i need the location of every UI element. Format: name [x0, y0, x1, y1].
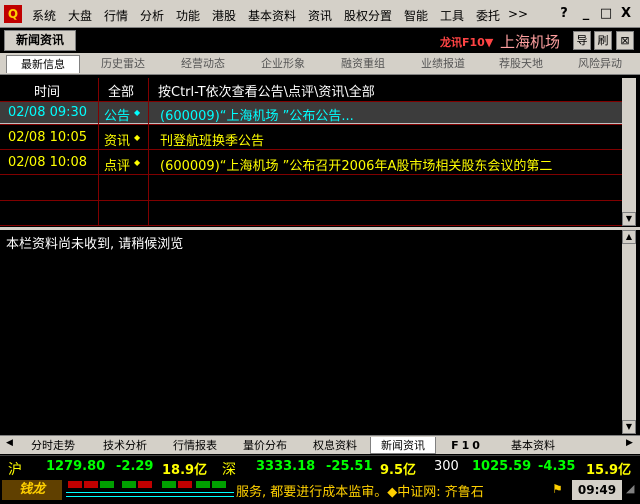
subtab-corporate-image[interactable]: 企业形象	[244, 55, 322, 73]
tab-news-info[interactable]: 新闻资讯	[4, 30, 76, 51]
grid-line	[0, 200, 622, 201]
help-icon[interactable]: ?	[556, 6, 572, 22]
index-change-sh: -2.29	[116, 459, 154, 474]
index-amount-sh: 18.9亿	[162, 463, 208, 478]
menu-fundamentals[interactable]: 基本资料	[248, 7, 296, 24]
grid-line	[0, 149, 622, 150]
index-value-sh: 1279.80	[46, 459, 106, 474]
close-icon[interactable]: X	[618, 6, 634, 22]
tab-fundamentals[interactable]: 基本资料	[498, 437, 568, 454]
tab-technical[interactable]: 技术分析	[90, 437, 160, 454]
scroll-up-icon[interactable]: ▲	[622, 230, 636, 244]
subtab-recommendations[interactable]: 荐股天地	[482, 55, 560, 73]
news-row-title[interactable]: 刊登航班换季公告	[160, 130, 264, 149]
empty-content-message: 本栏资料尚未收到, 请稍候浏览	[6, 237, 184, 252]
menu-functions[interactable]: 功能	[176, 7, 200, 24]
scroll-down-icon[interactable]: ▼	[622, 420, 636, 434]
menu-market[interactable]: 大盘	[68, 7, 92, 24]
index-amount-sz: 9.5亿	[380, 463, 417, 478]
subtab-financing[interactable]: 融资重组	[324, 55, 402, 73]
export-button[interactable]: 导	[573, 31, 591, 50]
menu-share-reform[interactable]: 股权分置	[344, 7, 392, 24]
index-change-300: -4.35	[538, 459, 576, 474]
tab-volume-price[interactable]: 量价分布	[230, 437, 300, 454]
menu-news[interactable]: 资讯	[308, 7, 332, 24]
maximize-icon[interactable]: □	[598, 6, 614, 22]
tab-news[interactable]: 新闻资讯	[370, 437, 436, 454]
index-value-sz: 3333.18	[256, 459, 316, 474]
market-breadth-icon	[66, 480, 234, 500]
grid-line	[0, 174, 622, 175]
grid-line	[0, 101, 622, 102]
grid-line	[148, 78, 149, 226]
tab-f10[interactable]: F10	[436, 437, 498, 454]
news-row-time[interactable]: 02/08 10:08	[8, 155, 87, 170]
minimize-icon[interactable]: _	[578, 6, 594, 22]
column-header-title: 按Ctrl-T依次查看公告\点评\资讯\全部	[158, 85, 375, 100]
title-bar: 新闻资讯 龙讯F10▼ 上海机场 导 刷 ⊠	[0, 28, 640, 53]
tab-scroll-left-icon[interactable]: ◀	[6, 438, 13, 448]
stock-name: 上海机场	[500, 33, 561, 51]
subtab-risk-alerts[interactable]: 风险异动	[562, 55, 638, 73]
index-label-sz[interactable]: 深	[222, 459, 236, 479]
menu-trade[interactable]: 委托	[476, 7, 500, 24]
subtab-history-radar[interactable]: 历史雷达	[84, 55, 162, 73]
tab-scroll-right-icon[interactable]: ▶	[626, 438, 633, 448]
menu-bar: Q 系统 大盘 行情 分析 功能 港股 基本资料 资讯 股权分置 智能 工具 委…	[0, 0, 640, 28]
table-scrollbar[interactable]: ▼	[622, 78, 636, 226]
menu-more[interactable]: >>	[508, 7, 528, 21]
brand-logo: 钱龙	[2, 480, 62, 500]
column-header-type[interactable]: 全部	[108, 81, 134, 100]
content-scrollbar[interactable]: ▲ ▼	[622, 230, 636, 434]
diamond-icon: ◆	[134, 108, 141, 117]
bottom-tab-bar: ◀ 分时走势 技术分析 行情报表 量价分布 权息资料 新闻资讯 F10 基本资料…	[0, 435, 640, 454]
subtab-operations[interactable]: 经营动态	[164, 55, 242, 73]
news-ticker[interactable]: 服务, 都要进行成本监审。◆中证网: 齐鲁石	[236, 481, 548, 500]
status-bar: 钱龙 服务, 都要进行成本监审。◆中证网: 齐鲁石 ⚑ 09:49 ◢	[0, 478, 640, 502]
news-row-title[interactable]: (600009)“上海机场 ”公布召开2006年A股市场相关股东会议的第二	[160, 155, 622, 174]
news-row-title[interactable]: (600009)“上海机场 ”公布公告...	[160, 105, 354, 124]
menu-system[interactable]: 系统	[32, 7, 56, 24]
index-label-300[interactable]: 300	[434, 459, 459, 474]
tab-intraday[interactable]: 分时走势	[18, 437, 88, 454]
index-label-sh[interactable]: 沪	[8, 459, 22, 479]
menu-tools[interactable]: 工具	[440, 7, 464, 24]
news-row-type[interactable]: 资讯	[104, 130, 130, 149]
subtab-earnings[interactable]: 业绩报道	[404, 55, 482, 73]
column-header-time[interactable]: 时间	[34, 81, 60, 100]
clock: 09:49	[572, 480, 622, 500]
news-row-type[interactable]: 点评	[104, 155, 130, 174]
alarm-icon[interactable]: ⚑	[552, 482, 563, 496]
article-content: 本栏资料尚未收到, 请稍候浏览	[0, 230, 622, 434]
news-row-time[interactable]: 02/08 09:30	[8, 105, 87, 120]
close-panel-button[interactable]: ⊠	[616, 31, 634, 50]
index-amount-300: 15.9亿	[586, 463, 632, 478]
menu-analysis[interactable]: 分析	[140, 7, 164, 24]
grid-line	[0, 124, 622, 125]
diamond-icon: ◆	[134, 158, 141, 167]
sub-tab-bar: 最新信息 历史雷达 经营动态 企业形象 融资重组 业绩报道 荐股天地 风险异动	[0, 53, 640, 75]
tab-quote-report[interactable]: 行情报表	[160, 437, 230, 454]
grid-line	[0, 225, 622, 226]
refresh-button[interactable]: 刷	[594, 31, 612, 50]
index-bar: 沪 1279.80 -2.29 18.9亿 深 3333.18 -25.51 9…	[0, 455, 640, 478]
subtab-latest[interactable]: 最新信息	[6, 55, 80, 73]
news-table: 时间 全部 按Ctrl-T依次查看公告\点评\资讯\全部 02/08 09:30…	[0, 78, 622, 226]
scroll-down-icon[interactable]: ▼	[622, 212, 636, 226]
news-row-type[interactable]: 公告	[104, 105, 130, 124]
app-logo-icon: Q	[4, 5, 22, 23]
tab-dividend-info[interactable]: 权息资料	[300, 437, 370, 454]
index-value-300: 1025.59	[472, 459, 532, 474]
menu-smart[interactable]: 智能	[404, 7, 428, 24]
diamond-icon: ◆	[134, 133, 141, 142]
resize-grip-icon[interactable]: ◢	[626, 482, 634, 495]
longsoft-f10-dropdown[interactable]: 龙讯F10▼	[440, 34, 493, 50]
news-row-time[interactable]: 02/08 10:05	[8, 130, 87, 145]
menu-hk-stocks[interactable]: 港股	[212, 7, 236, 24]
menu-quotes[interactable]: 行情	[104, 7, 128, 24]
grid-line	[98, 78, 99, 226]
index-change-sz: -25.51	[326, 459, 373, 474]
